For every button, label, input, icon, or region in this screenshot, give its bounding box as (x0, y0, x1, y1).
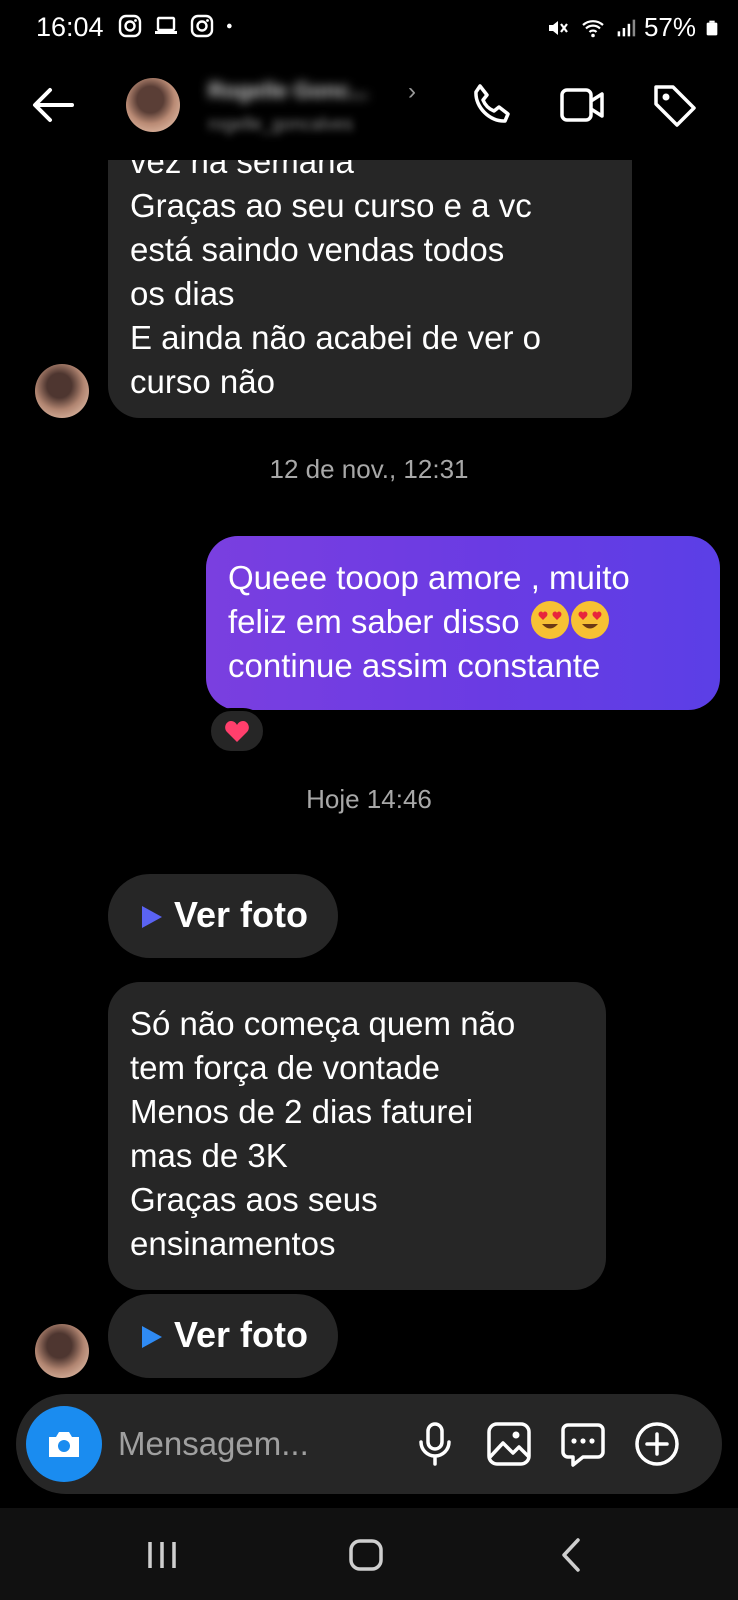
view-photo-button[interactable]: Ver foto (108, 874, 338, 958)
instagram-icon (190, 14, 214, 38)
message-line: tem força de vontade (130, 1049, 441, 1086)
sender-avatar[interactable] (35, 1324, 89, 1378)
system-icons: 57% (546, 12, 720, 43)
message-line: Graças aos seus (130, 1181, 378, 1218)
heart-icon (225, 721, 249, 742)
timestamp: 12 de nov., 12:31 (269, 454, 469, 484)
recent-apps-icon[interactable] (132, 1532, 192, 1578)
contact-username[interactable]: rogelle_goncalves (208, 114, 388, 134)
message-input[interactable] (118, 1420, 388, 1468)
message-line: Menos de 2 dias faturei (130, 1093, 474, 1130)
message-composer (16, 1394, 722, 1494)
play-icon (142, 1326, 162, 1348)
tag-icon[interactable] (650, 80, 700, 130)
view-photo-label: Ver foto (174, 894, 309, 935)
message-line: vez na semana (130, 160, 354, 180)
message-list[interactable]: vez na semana Graças ao seu curso e a vc… (0, 160, 738, 1390)
message-line: os dias (130, 275, 235, 312)
timestamp: Hoje 14:46 (306, 784, 432, 814)
camera-button[interactable] (26, 1406, 102, 1482)
gallery-icon[interactable] (484, 1419, 534, 1469)
message-bubble-outgoing[interactable]: Queee tooop amore , muito feliz em saber… (206, 536, 720, 710)
message-line-with-emoji: feliz em saber disso (228, 600, 698, 644)
wifi-icon (582, 19, 604, 37)
dot-icon (227, 23, 232, 29)
notification-icons (118, 14, 240, 38)
play-icon (142, 906, 162, 928)
phone-icon[interactable] (466, 80, 516, 130)
chevron-right-icon[interactable]: › (408, 78, 416, 106)
video-icon[interactable] (558, 80, 608, 130)
system-navigation-bar (0, 1508, 738, 1600)
message-line: está saindo vendas todos (130, 231, 505, 268)
message-line: curso não (130, 363, 275, 400)
microphone-icon[interactable] (410, 1419, 460, 1469)
contact-name[interactable]: Rogelle Gonc... (208, 78, 388, 104)
signal-icon (617, 19, 636, 36)
battery-percent: 57% (643, 12, 696, 42)
back-arrow-icon[interactable] (28, 80, 78, 130)
view-photo-button[interactable]: Ver foto (108, 1294, 338, 1378)
message-line: E ainda não acabei de ver o (130, 319, 541, 356)
message-line: Graças ao seu curso e a vc (130, 187, 532, 224)
status-time: 16:04 (36, 12, 104, 42)
message-line: Queee tooop amore , muito (228, 559, 630, 596)
reaction-badge[interactable] (208, 708, 266, 754)
status-bar: 16:04 57% (0, 0, 738, 52)
sender-avatar[interactable] (35, 364, 89, 418)
message-line: Só não começa quem não (130, 1005, 516, 1042)
instagram-icon (118, 14, 142, 38)
message-line: feliz em saber disso (228, 603, 520, 640)
heart-eyes-emoji (530, 601, 569, 639)
contact-avatar[interactable] (126, 78, 180, 132)
camera-icon (49, 1432, 79, 1457)
view-photo-label: Ver foto (174, 1314, 309, 1355)
message-line: mas de 3K (130, 1137, 288, 1174)
home-icon[interactable] (336, 1532, 396, 1578)
sticker-icon[interactable] (558, 1419, 608, 1469)
message-bubble-incoming[interactable]: Só não começa quem não tem força de vont… (108, 982, 606, 1290)
back-icon[interactable] (544, 1532, 604, 1578)
battery-icon (706, 20, 718, 35)
mute-icon (548, 20, 568, 35)
message-bubble-incoming[interactable]: vez na semana Graças ao seu curso e a vc… (108, 160, 632, 418)
message-line: ensinamentos (130, 1225, 336, 1262)
chat-header: Rogelle Gonc... rogelle_goncalves › (0, 52, 738, 160)
laptop-icon (155, 16, 177, 34)
plus-icon[interactable] (632, 1419, 682, 1469)
message-line: continue assim constante (228, 647, 601, 684)
heart-eyes-emoji (570, 601, 609, 639)
